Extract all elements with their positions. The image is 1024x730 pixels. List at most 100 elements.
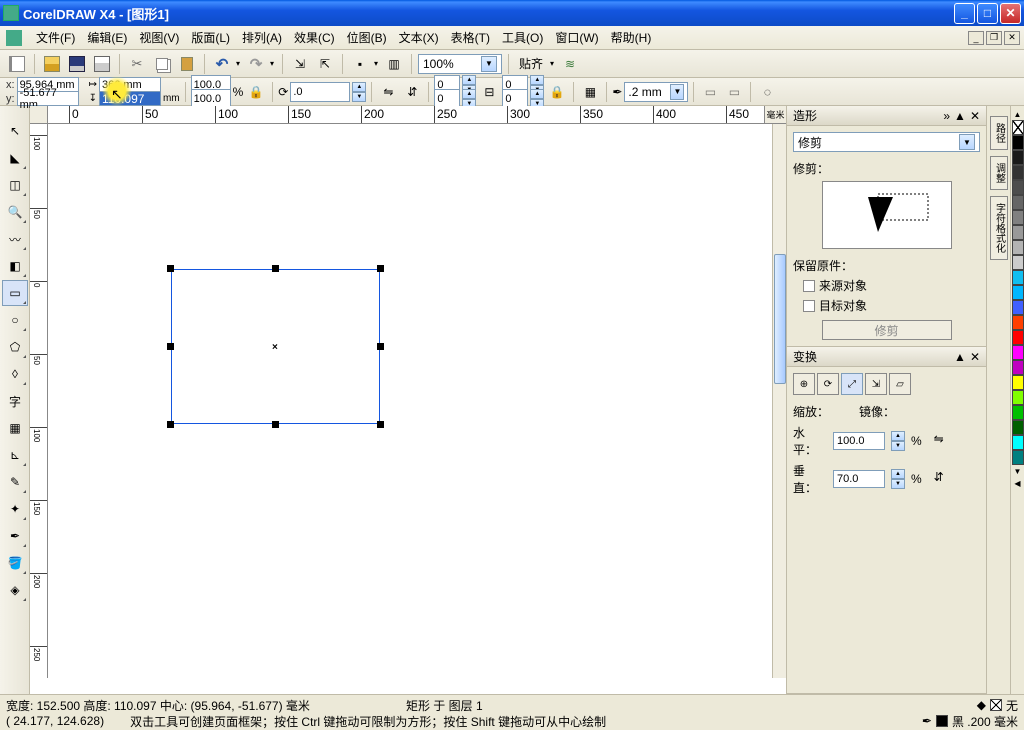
color-swatch[interactable] xyxy=(1012,405,1024,420)
app-launcher-dropdown[interactable]: ▾ xyxy=(372,53,380,75)
rectangle-tool[interactable]: ▭ xyxy=(2,280,28,306)
canvas-viewport[interactable]: × xyxy=(48,124,772,678)
transform-position-button[interactable]: ⊕ xyxy=(793,373,815,395)
interactive-tool[interactable]: ✦ xyxy=(2,496,28,522)
color-swatch[interactable] xyxy=(1012,165,1024,180)
color-swatch[interactable] xyxy=(1012,435,1024,450)
save-button[interactable] xyxy=(66,53,88,75)
transform-rotate-button[interactable]: ⟳ xyxy=(817,373,839,395)
color-swatch[interactable] xyxy=(1012,255,1024,270)
snap-label[interactable]: 贴齐 xyxy=(515,55,547,72)
menu-edit[interactable]: 编辑(E) xyxy=(81,26,133,49)
crop-tool[interactable]: ◫ xyxy=(2,172,28,198)
basic-shapes-tool[interactable]: ◊ xyxy=(2,361,28,387)
menu-layout[interactable]: 版面(L) xyxy=(185,26,236,49)
paste-button[interactable] xyxy=(176,53,198,75)
color-swatch[interactable] xyxy=(1012,195,1024,210)
menu-text[interactable]: 文本(X) xyxy=(393,26,445,49)
ruler-corner[interactable] xyxy=(30,106,48,124)
lock-ratio-button[interactable]: 🔒 xyxy=(245,81,267,103)
new-button[interactable] xyxy=(6,53,28,75)
menu-help[interactable]: 帮助(H) xyxy=(605,26,658,49)
to-back-button[interactable]: ▭ xyxy=(723,81,745,103)
handle-bl[interactable] xyxy=(167,421,174,428)
sidetab-0[interactable]: 路径 xyxy=(990,116,1008,150)
color-swatch[interactable] xyxy=(1012,240,1024,255)
rollup-icon[interactable]: ▲ xyxy=(954,350,966,364)
undo-dropdown[interactable]: ▾ xyxy=(234,53,242,75)
rollup-icon[interactable]: ▲ xyxy=(954,109,966,123)
color-swatch[interactable] xyxy=(1012,330,1024,345)
color-swatch[interactable] xyxy=(1012,135,1024,150)
shape-tool[interactable]: ◣ xyxy=(2,145,28,171)
palette-down[interactable]: ▼ xyxy=(1012,465,1024,477)
transform-scale-button[interactable]: ⤢ xyxy=(841,373,863,395)
shaping-docker-title[interactable]: 造形 »▲✕ xyxy=(787,106,986,126)
handle-tr[interactable] xyxy=(377,265,384,272)
open-button[interactable] xyxy=(41,53,63,75)
cut-button[interactable]: ✂ xyxy=(126,53,148,75)
menu-bitmaps[interactable]: 位图(B) xyxy=(341,26,393,49)
interactive-fill-tool[interactable]: ◈ xyxy=(2,577,28,603)
mirror-h-button[interactable]: ⇋ xyxy=(377,81,399,103)
menu-view[interactable]: 视图(V) xyxy=(133,26,185,49)
eyedropper-tool[interactable]: ✎ xyxy=(2,469,28,495)
redo-button[interactable]: ↷ xyxy=(245,53,267,75)
fill-swatch[interactable] xyxy=(990,699,1002,711)
undo-button[interactable]: ↶ xyxy=(211,53,233,75)
print-button[interactable] xyxy=(91,53,113,75)
options-button[interactable]: ≋ xyxy=(559,53,581,75)
height-input[interactable]: 110.097 xyxy=(99,91,161,106)
minimize-button[interactable]: _ xyxy=(954,3,975,24)
color-swatch[interactable] xyxy=(1012,270,1024,285)
dimension-tool[interactable]: ⊾ xyxy=(2,442,28,468)
color-swatch[interactable] xyxy=(1012,450,1024,465)
rotation-spin-down[interactable]: ▼ xyxy=(352,92,366,102)
mdi-minimize-button[interactable]: _ xyxy=(968,31,984,45)
color-swatch[interactable] xyxy=(1012,345,1024,360)
welcome-button[interactable]: ▥ xyxy=(383,53,405,75)
width-input[interactable]: 366 mm xyxy=(99,77,161,92)
sidetab-2[interactable]: 字符格式化 xyxy=(990,196,1008,260)
keep-source-checkbox[interactable]: 来源对象 xyxy=(803,277,980,294)
color-swatch[interactable] xyxy=(1012,150,1024,165)
menu-table[interactable]: 表格(T) xyxy=(445,26,496,49)
color-swatch[interactable] xyxy=(1012,360,1024,375)
handle-tl[interactable] xyxy=(167,265,174,272)
scale-v-input[interactable]: 70.0 xyxy=(833,470,885,488)
fill-tool[interactable]: 🪣 xyxy=(2,550,28,576)
copy-button[interactable] xyxy=(151,53,173,75)
color-swatch[interactable] xyxy=(1012,420,1024,435)
outline-width-select[interactable]: .2 mm ▼ xyxy=(624,82,688,102)
import-button[interactable]: ⇲ xyxy=(289,53,311,75)
ellipse-tool[interactable]: ○ xyxy=(2,307,28,333)
menu-effects[interactable]: 效果(C) xyxy=(288,26,341,49)
menu-arrange[interactable]: 排列(A) xyxy=(236,26,288,49)
color-swatch[interactable] xyxy=(1012,210,1024,225)
no-color-swatch[interactable] xyxy=(1012,120,1024,135)
palette-up[interactable]: ▲ xyxy=(1012,108,1024,120)
handle-bm[interactable] xyxy=(272,421,279,428)
to-front-button[interactable]: ▭ xyxy=(699,81,721,103)
transform-skew-button[interactable]: ▱ xyxy=(889,373,911,395)
text-tool[interactable]: 字 xyxy=(2,388,28,414)
color-swatch[interactable] xyxy=(1012,390,1024,405)
mdi-close-button[interactable]: ✕ xyxy=(1004,31,1020,45)
convert-curves-button[interactable]: ◌ xyxy=(756,81,778,103)
smart-fill-tool[interactable]: ◧ xyxy=(2,253,28,279)
outline-swatch[interactable] xyxy=(936,715,948,727)
color-swatch[interactable] xyxy=(1012,285,1024,300)
handle-br[interactable] xyxy=(377,421,384,428)
rotation-input[interactable]: .0 xyxy=(290,82,350,102)
sidetab-1[interactable]: 调整 xyxy=(990,156,1008,190)
menu-window[interactable]: 窗口(W) xyxy=(549,26,604,49)
export-button[interactable]: ⇱ xyxy=(314,53,336,75)
pick-tool[interactable]: ↖ xyxy=(2,118,28,144)
snap-dropdown[interactable]: ▾ xyxy=(548,53,556,75)
round-together-button[interactable]: 🔒 xyxy=(546,81,568,103)
dock-close-icon[interactable]: ✕ xyxy=(970,109,980,123)
vertical-ruler[interactable]: 10050050100150200250 xyxy=(30,124,48,678)
horizontal-ruler[interactable]: 050100150200250300350400450 xyxy=(48,106,772,124)
dock-close-icon[interactable]: ✕ xyxy=(970,350,980,364)
mirror-v-button[interactable]: ⇵ xyxy=(401,81,423,103)
